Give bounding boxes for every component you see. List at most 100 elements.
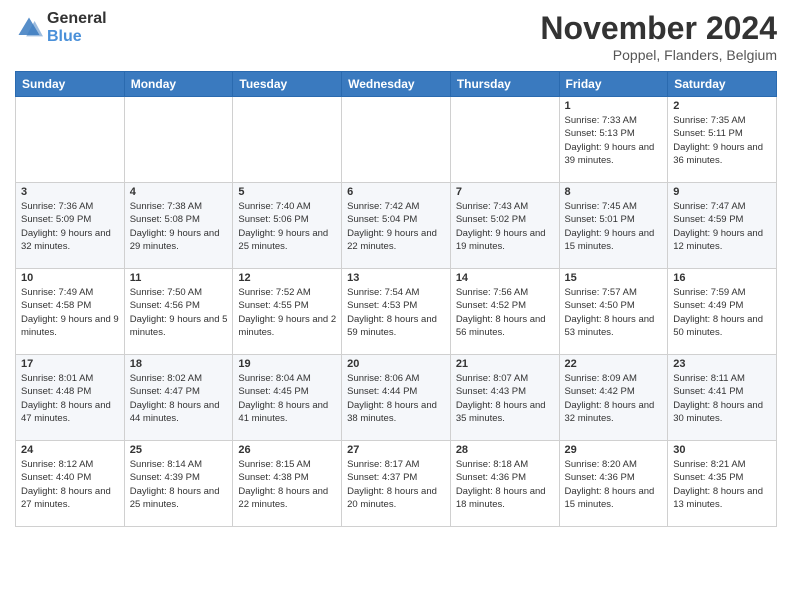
day-info: Sunrise: 8:15 AMSunset: 4:38 PMDaylight:… — [238, 459, 328, 510]
day-info: Sunrise: 7:36 AMSunset: 5:09 PMDaylight:… — [21, 201, 111, 252]
cell-4-6: 30 Sunrise: 8:21 AMSunset: 4:35 PMDaylig… — [668, 441, 777, 527]
logo-general: General — [47, 10, 107, 27]
day-info: Sunrise: 7:49 AMSunset: 4:58 PMDaylight:… — [21, 287, 119, 338]
cell-0-6: 2 Sunrise: 7:35 AMSunset: 5:11 PMDayligh… — [668, 97, 777, 183]
header-tuesday: Tuesday — [233, 72, 342, 97]
header-thursday: Thursday — [450, 72, 559, 97]
day-info: Sunrise: 8:09 AMSunset: 4:42 PMDaylight:… — [565, 373, 655, 424]
day-number: 13 — [347, 272, 445, 284]
cell-1-0: 3 Sunrise: 7:36 AMSunset: 5:09 PMDayligh… — [16, 183, 125, 269]
cell-4-1: 25 Sunrise: 8:14 AMSunset: 4:39 PMDaylig… — [124, 441, 233, 527]
cell-2-0: 10 Sunrise: 7:49 AMSunset: 4:58 PMDaylig… — [16, 269, 125, 355]
day-number: 14 — [456, 272, 554, 284]
day-number: 29 — [565, 444, 663, 456]
day-number: 19 — [238, 358, 336, 370]
day-number: 11 — [130, 272, 228, 284]
page: General Blue November 2024 Poppel, Fland… — [0, 0, 792, 612]
day-number: 8 — [565, 186, 663, 198]
day-number: 10 — [21, 272, 119, 284]
logo-blue: Blue — [47, 28, 82, 45]
day-number: 5 — [238, 186, 336, 198]
day-info: Sunrise: 7:52 AMSunset: 4:55 PMDaylight:… — [238, 287, 336, 338]
cell-1-1: 4 Sunrise: 7:38 AMSunset: 5:08 PMDayligh… — [124, 183, 233, 269]
day-number: 1 — [565, 100, 663, 112]
header-wednesday: Wednesday — [342, 72, 451, 97]
cell-0-2 — [233, 97, 342, 183]
month-title: November 2024 — [540, 10, 777, 47]
week-row-0: 1 Sunrise: 7:33 AMSunset: 5:13 PMDayligh… — [16, 97, 777, 183]
day-number: 16 — [673, 272, 771, 284]
day-info: Sunrise: 7:54 AMSunset: 4:53 PMDaylight:… — [347, 287, 437, 338]
day-info: Sunrise: 7:59 AMSunset: 4:49 PMDaylight:… — [673, 287, 763, 338]
day-number: 27 — [347, 444, 445, 456]
day-info: Sunrise: 8:02 AMSunset: 4:47 PMDaylight:… — [130, 373, 220, 424]
day-number: 28 — [456, 444, 554, 456]
day-info: Sunrise: 7:38 AMSunset: 5:08 PMDaylight:… — [130, 201, 220, 252]
day-info: Sunrise: 7:56 AMSunset: 4:52 PMDaylight:… — [456, 287, 546, 338]
day-number: 22 — [565, 358, 663, 370]
cell-3-5: 22 Sunrise: 8:09 AMSunset: 4:42 PMDaylig… — [559, 355, 668, 441]
day-number: 15 — [565, 272, 663, 284]
day-info: Sunrise: 7:33 AMSunset: 5:13 PMDaylight:… — [565, 115, 655, 166]
day-number: 30 — [673, 444, 771, 456]
cell-4-5: 29 Sunrise: 8:20 AMSunset: 4:36 PMDaylig… — [559, 441, 668, 527]
cell-4-2: 26 Sunrise: 8:15 AMSunset: 4:38 PMDaylig… — [233, 441, 342, 527]
day-info: Sunrise: 8:18 AMSunset: 4:36 PMDaylight:… — [456, 459, 546, 510]
day-number: 18 — [130, 358, 228, 370]
week-row-4: 24 Sunrise: 8:12 AMSunset: 4:40 PMDaylig… — [16, 441, 777, 527]
day-info: Sunrise: 7:57 AMSunset: 4:50 PMDaylight:… — [565, 287, 655, 338]
cell-3-1: 18 Sunrise: 8:02 AMSunset: 4:47 PMDaylig… — [124, 355, 233, 441]
day-number: 6 — [347, 186, 445, 198]
header: General Blue November 2024 Poppel, Fland… — [15, 10, 777, 63]
day-info: Sunrise: 8:01 AMSunset: 4:48 PMDaylight:… — [21, 373, 111, 424]
day-info: Sunrise: 8:21 AMSunset: 4:35 PMDaylight:… — [673, 459, 763, 510]
cell-1-6: 9 Sunrise: 7:47 AMSunset: 4:59 PMDayligh… — [668, 183, 777, 269]
logo: General Blue — [15, 10, 107, 46]
cell-1-3: 6 Sunrise: 7:42 AMSunset: 5:04 PMDayligh… — [342, 183, 451, 269]
cell-0-0 — [16, 97, 125, 183]
cell-0-4 — [450, 97, 559, 183]
week-row-3: 17 Sunrise: 8:01 AMSunset: 4:48 PMDaylig… — [16, 355, 777, 441]
header-row: Sunday Monday Tuesday Wednesday Thursday… — [16, 72, 777, 97]
header-saturday: Saturday — [668, 72, 777, 97]
day-info: Sunrise: 8:14 AMSunset: 4:39 PMDaylight:… — [130, 459, 220, 510]
header-monday: Monday — [124, 72, 233, 97]
day-info: Sunrise: 7:50 AMSunset: 4:56 PMDaylight:… — [130, 287, 228, 338]
day-info: Sunrise: 8:11 AMSunset: 4:41 PMDaylight:… — [673, 373, 763, 424]
title-area: November 2024 Poppel, Flanders, Belgium — [540, 10, 777, 63]
cell-1-2: 5 Sunrise: 7:40 AMSunset: 5:06 PMDayligh… — [233, 183, 342, 269]
day-number: 17 — [21, 358, 119, 370]
day-number: 3 — [21, 186, 119, 198]
day-number: 7 — [456, 186, 554, 198]
day-info: Sunrise: 8:06 AMSunset: 4:44 PMDaylight:… — [347, 373, 437, 424]
cell-3-0: 17 Sunrise: 8:01 AMSunset: 4:48 PMDaylig… — [16, 355, 125, 441]
cell-4-4: 28 Sunrise: 8:18 AMSunset: 4:36 PMDaylig… — [450, 441, 559, 527]
cell-2-1: 11 Sunrise: 7:50 AMSunset: 4:56 PMDaylig… — [124, 269, 233, 355]
day-number: 9 — [673, 186, 771, 198]
cell-0-1 — [124, 97, 233, 183]
cell-2-6: 16 Sunrise: 7:59 AMSunset: 4:49 PMDaylig… — [668, 269, 777, 355]
day-number: 21 — [456, 358, 554, 370]
day-info: Sunrise: 8:04 AMSunset: 4:45 PMDaylight:… — [238, 373, 328, 424]
logo-text: General Blue — [47, 10, 107, 46]
day-info: Sunrise: 8:12 AMSunset: 4:40 PMDaylight:… — [21, 459, 111, 510]
day-number: 24 — [21, 444, 119, 456]
cell-0-5: 1 Sunrise: 7:33 AMSunset: 5:13 PMDayligh… — [559, 97, 668, 183]
day-info: Sunrise: 7:35 AMSunset: 5:11 PMDaylight:… — [673, 115, 763, 166]
cell-3-2: 19 Sunrise: 8:04 AMSunset: 4:45 PMDaylig… — [233, 355, 342, 441]
logo-icon — [15, 14, 43, 42]
cell-3-6: 23 Sunrise: 8:11 AMSunset: 4:41 PMDaylig… — [668, 355, 777, 441]
day-info: Sunrise: 8:07 AMSunset: 4:43 PMDaylight:… — [456, 373, 546, 424]
cell-0-3 — [342, 97, 451, 183]
cell-2-5: 15 Sunrise: 7:57 AMSunset: 4:50 PMDaylig… — [559, 269, 668, 355]
day-info: Sunrise: 7:47 AMSunset: 4:59 PMDaylight:… — [673, 201, 763, 252]
cell-2-3: 13 Sunrise: 7:54 AMSunset: 4:53 PMDaylig… — [342, 269, 451, 355]
day-number: 4 — [130, 186, 228, 198]
cell-1-5: 8 Sunrise: 7:45 AMSunset: 5:01 PMDayligh… — [559, 183, 668, 269]
cell-4-0: 24 Sunrise: 8:12 AMSunset: 4:40 PMDaylig… — [16, 441, 125, 527]
day-info: Sunrise: 7:45 AMSunset: 5:01 PMDaylight:… — [565, 201, 655, 252]
week-row-1: 3 Sunrise: 7:36 AMSunset: 5:09 PMDayligh… — [16, 183, 777, 269]
day-number: 26 — [238, 444, 336, 456]
day-number: 25 — [130, 444, 228, 456]
day-number: 2 — [673, 100, 771, 112]
